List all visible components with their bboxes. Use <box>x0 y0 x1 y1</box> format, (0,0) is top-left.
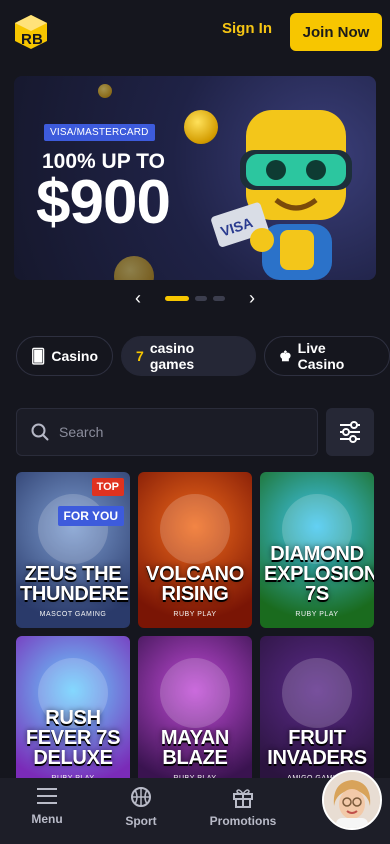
game-title: DIAMOND EXPLOSION 7S <box>264 543 374 605</box>
gift-icon <box>233 789 253 808</box>
menu-icon <box>37 788 57 804</box>
game-title: FRUIT INVADERS <box>267 727 367 769</box>
coin-decoration <box>114 256 154 280</box>
brand-logo[interactable]: R B <box>12 13 50 51</box>
cards-icon: 🂠 <box>31 347 46 364</box>
carousel-dot[interactable] <box>213 295 225 301</box>
game-title: VOLCANO RISING <box>146 563 244 605</box>
nav-label: Promotions <box>209 814 277 828</box>
carousel-dot-active[interactable] <box>165 295 189 301</box>
game-tile[interactable]: DIAMOND EXPLOSION 7S RUBY PLAY <box>260 472 374 628</box>
chip-label: casino games <box>149 340 195 372</box>
svg-text:B: B <box>32 31 43 48</box>
chevron-right-icon[interactable]: › <box>237 288 267 309</box>
support-agent-avatar[interactable] <box>322 770 382 830</box>
basketball-icon <box>131 787 151 807</box>
game-art <box>282 658 352 728</box>
top-header: R B Sign In Join Now <box>0 0 390 64</box>
promo-banner[interactable]: VISA VISA/MASTERCARD 100% UP TO $900 <box>14 76 376 280</box>
game-art <box>38 494 108 564</box>
chip-casino[interactable]: 🂠 Casino <box>16 336 114 376</box>
svg-text:R: R <box>21 31 32 48</box>
chip-casino-games[interactable]: 7 casino games <box>121 336 257 376</box>
game-title: RUSH FEVER 7S DELUXE <box>25 707 121 769</box>
app-root: R B Sign In Join Now VISA VISA/MASTERCAR… <box>0 0 390 844</box>
top-badge: TOP <box>91 478 124 496</box>
robot-mascot-illustration: VISA <box>211 110 352 280</box>
game-title: ZEUS THE THUNDERER <box>20 563 130 605</box>
game-tile[interactable]: TOP FOR YOU ZEUS THE THUNDERER MASCOT GAMIN… <box>16 472 130 628</box>
nav-sport[interactable]: Sport <box>94 778 188 844</box>
game-tile[interactable]: VOLCANO RISING RUBY PLAY <box>138 472 252 628</box>
game-tile[interactable]: RUSH FEVER 7S DELUXERUBY PLAY <box>16 636 130 792</box>
nav-label: Sport <box>125 814 157 828</box>
sliders-icon <box>340 421 360 443</box>
payment-badge: VISA/MASTERCARD <box>44 124 155 141</box>
game-title: MAYAN BLAZE <box>160 727 230 769</box>
games-grid: TOP FOR YOU ZEUS THE THUNDERER MASCOT GAMIN… <box>16 472 374 792</box>
promo-amount: $900 <box>36 168 171 237</box>
carousel-controls: ‹ › <box>0 288 390 308</box>
nav-label: Menu <box>31 812 63 826</box>
chip-label: Casino <box>51 348 99 364</box>
search-input[interactable] <box>59 424 299 440</box>
search-box <box>16 408 318 456</box>
chess-king-icon: ♚ <box>279 347 292 364</box>
join-now-button[interactable]: Join Now <box>290 13 382 51</box>
chevron-left-icon[interactable]: ‹ <box>123 288 153 309</box>
nav-menu[interactable]: Menu <box>0 778 94 844</box>
chip-live-casino[interactable]: ♚ Live Casino <box>264 336 390 376</box>
game-tile[interactable]: MAYAN BLAZERUBY PLAY <box>138 636 252 792</box>
game-art <box>160 658 230 728</box>
carousel-dots <box>165 295 225 301</box>
game-art <box>160 494 230 564</box>
game-provider: MASCOT GAMING <box>39 611 107 618</box>
game-tile[interactable]: FRUIT INVADERSAMIGO GAMING <box>260 636 374 792</box>
search-icon <box>31 423 49 441</box>
category-chips: 🂠 Casino 7 casino games ♚ Live Casino <box>16 336 390 376</box>
game-provider: RUBY PLAY <box>295 611 339 618</box>
game-provider: RUBY PLAY <box>173 611 217 618</box>
filter-button[interactable] <box>326 408 374 456</box>
nav-promotions[interactable]: Promotions <box>188 778 298 844</box>
seven-icon: 7 <box>136 348 144 364</box>
chip-label: Live Casino <box>297 340 345 372</box>
sign-in-link[interactable]: Sign In <box>222 20 272 37</box>
carousel-dot[interactable] <box>195 295 207 301</box>
for-you-badge: FOR YOU <box>57 506 124 526</box>
coin-decoration <box>98 84 112 98</box>
